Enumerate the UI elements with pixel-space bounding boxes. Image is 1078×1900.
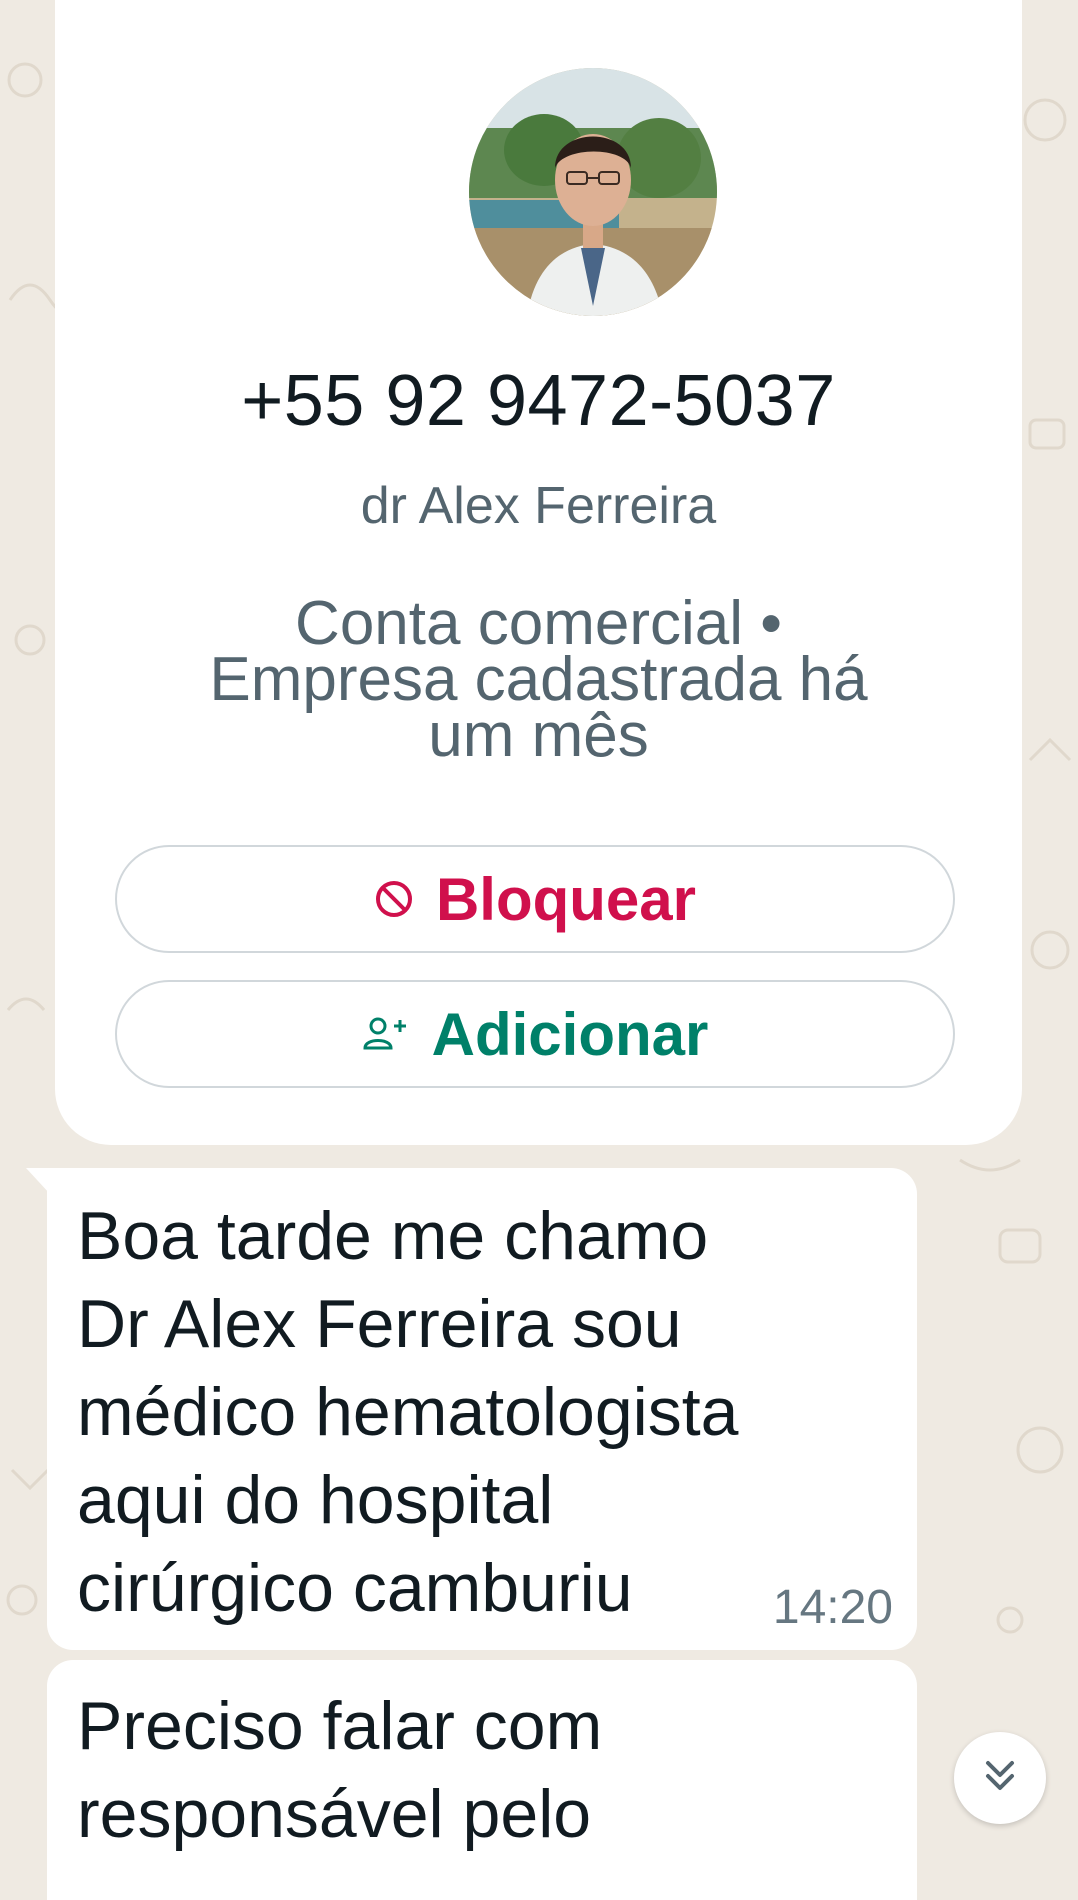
block-button[interactable]: Bloquear <box>115 845 955 953</box>
incoming-message[interactable]: Boa tarde me chamo Dr Alex Ferreira sou … <box>47 1168 917 1650</box>
message-text: Boa tarde me chamo Dr Alex Ferreira sou … <box>77 1198 739 1626</box>
block-button-label: Bloquear <box>435 865 697 933</box>
incoming-message[interactable]: Preciso falar com responsável pelo <box>47 1660 917 1900</box>
add-contact-button[interactable]: Adicionar <box>115 980 955 1088</box>
message-text: Preciso falar com responsável pelo <box>77 1688 603 1852</box>
business-account-info: Conta comercial • Empresa cadastrada há … <box>209 589 868 770</box>
scroll-to-bottom-button[interactable] <box>954 1732 1046 1824</box>
contact-info-card: +55 92 9472-5037 dr Alex Ferreira Conta … <box>55 0 1022 1145</box>
message-time: 14:20 <box>772 1581 893 1634</box>
add-contact-label: Adicionar <box>431 1000 709 1068</box>
contact-phone-number: +55 92 9472-5037 <box>241 361 836 441</box>
block-icon <box>374 879 414 919</box>
chevron-double-down-icon <box>980 1756 1020 1801</box>
contact-name: dr Alex Ferreira <box>360 477 717 535</box>
add-contact-icon <box>362 1014 410 1054</box>
avatar[interactable] <box>469 68 717 316</box>
